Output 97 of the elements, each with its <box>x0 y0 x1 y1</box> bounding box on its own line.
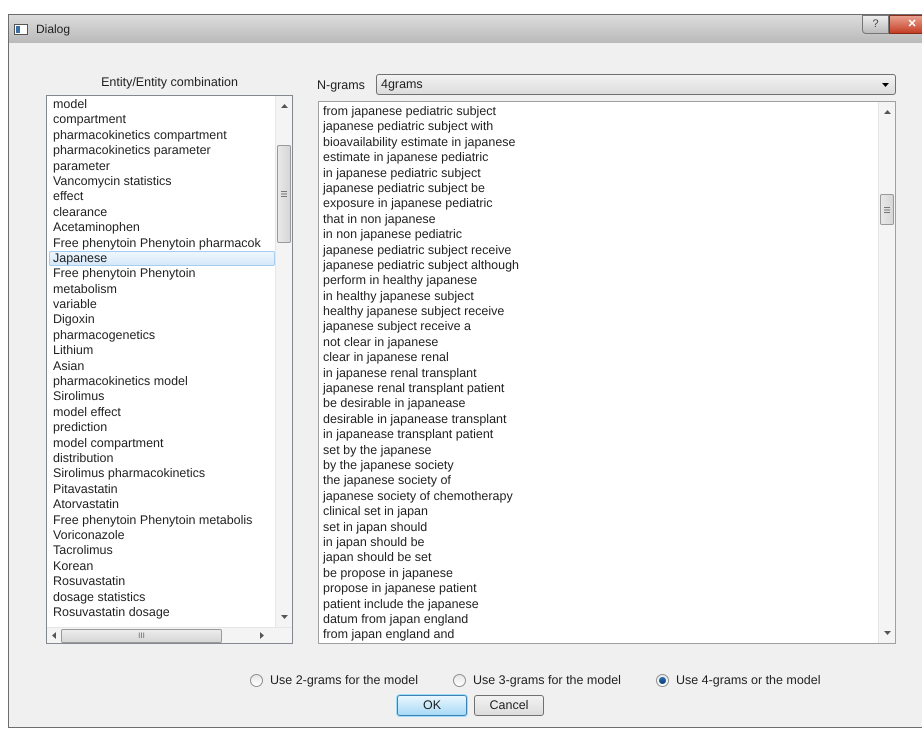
list-item[interactable]: Lithium <box>49 343 275 359</box>
scroll-right-icon[interactable] <box>260 632 264 639</box>
ngram-line: exposure in japanese pediatric <box>323 196 494 212</box>
ngram-line: japanese subject receive a <box>323 319 472 335</box>
list-item[interactable]: Rosuvastatin <box>49 574 275 590</box>
radio-option[interactable]: Use 4-grams or the model <box>656 671 820 690</box>
ngram-line: not clear in japanese <box>323 334 440 350</box>
ngrams-text-area[interactable] <box>318 101 896 644</box>
ngram-line: perform in healthy japanese <box>323 273 478 289</box>
list-item[interactable]: model effect <box>49 404 275 420</box>
list-item[interactable]: Atorvastatin <box>49 497 275 513</box>
ngram-line: japanese pediatric subject be <box>323 180 486 196</box>
scrollbar-thumb[interactable] <box>880 194 894 225</box>
ngram-line: set in japan should <box>323 520 428 535</box>
radio-option[interactable]: Use 3-grams for the model <box>452 671 621 690</box>
ngram-line: be desirable in japanease <box>323 396 466 412</box>
list-item[interactable]: distribution <box>49 450 275 466</box>
list-item[interactable]: Digoxin <box>49 312 275 328</box>
radio-button[interactable] <box>452 674 466 687</box>
list-item[interactable]: Acetaminophen <box>49 220 275 236</box>
list-item[interactable]: Tacrolimus <box>49 543 275 559</box>
ngram-line: clear in japanese renal <box>323 350 450 366</box>
ngram-line: japanese pediatric subject receive <box>323 242 512 258</box>
list-item[interactable]: pharmacokinetics model <box>49 374 275 390</box>
list-item[interactable]: metabolism <box>49 282 275 298</box>
list-item[interactable]: Japanese <box>49 250 275 266</box>
ngram-line: in japanese renal transplant <box>323 366 478 382</box>
ngram-line: patient include the japanese <box>323 596 480 612</box>
list-item[interactable]: Free phenytoin Phenytoin pharmacok <box>49 236 275 251</box>
radio-button[interactable] <box>656 674 669 687</box>
ngrams-label: N-grams <box>317 77 365 94</box>
list-item[interactable]: Sirolimus pharmacokinetics <box>49 466 275 482</box>
ngram-line: japanese pediatric subject although <box>323 258 520 274</box>
list-item[interactable]: Pitavastatin <box>49 482 275 498</box>
list-item[interactable]: compartment <box>49 112 275 128</box>
ngram-line: by the japanese society <box>323 458 455 474</box>
ngram-line: clinical set in japan <box>323 504 429 520</box>
scroll-up-icon[interactable] <box>280 104 288 108</box>
list-item[interactable]: model <box>49 97 275 112</box>
list-item[interactable]: dosage statistics <box>49 590 275 605</box>
ngram-line: in non japanese pediatric <box>323 227 463 243</box>
ngram-line: datum from japan england <box>323 612 470 628</box>
ngram-line: in japan should be <box>323 534 426 550</box>
scroll-up-icon[interactable] <box>884 110 890 114</box>
list-item[interactable]: pharmacokinetics compartment <box>49 128 275 144</box>
list-item[interactable]: prediction <box>49 420 275 436</box>
scroll-left-icon[interactable] <box>52 632 56 639</box>
ngram-line: japanese society of chemotherapy <box>323 488 514 504</box>
list-item[interactable]: Vancomycin statistics <box>49 174 275 190</box>
ngram-line: be propose in japanese <box>323 566 454 582</box>
ngram-line: that in non japanese <box>323 212 437 228</box>
dropdown-arrow-icon <box>882 82 889 86</box>
list-item[interactable]: Voriconazole <box>49 528 275 544</box>
grip-icon <box>884 206 890 212</box>
list-item[interactable]: effect <box>49 189 275 205</box>
ngram-line: desirable in japanease transplant <box>323 412 508 428</box>
scrollbar-thumb[interactable] <box>277 145 291 243</box>
help-button[interactable]: ? <box>862 15 889 34</box>
ngram-line: set by the japanese <box>323 442 432 458</box>
list-item[interactable]: Free phenytoin Phenytoin <box>49 266 275 282</box>
radio-button[interactable] <box>250 674 263 687</box>
ngram-line: in japanese pediatric subject <box>323 166 482 181</box>
list-item[interactable]: Asian <box>49 358 275 374</box>
list-item[interactable]: clearance <box>49 204 275 220</box>
ngram-line: in healthy japanese subject <box>323 288 475 304</box>
window-app-icon <box>14 24 28 34</box>
scroll-down-icon[interactable] <box>280 615 288 619</box>
list-item[interactable]: parameter <box>49 158 275 174</box>
list-item[interactable]: variable <box>49 297 275 312</box>
dialog-button[interactable]: Cancel <box>474 695 544 716</box>
radio-option[interactable]: Use 2-grams for the model <box>250 671 418 690</box>
ngram-line: from japan england and <box>323 627 456 643</box>
ngram-line: healthy japanese subject receive <box>323 304 506 320</box>
entity-list-label: Entity/Entity combination <box>100 74 239 91</box>
list-item[interactable]: Korean <box>49 558 275 574</box>
list-item[interactable]: Sirolimus <box>49 389 275 405</box>
ngram-line: japan should be set <box>323 550 432 566</box>
list-item[interactable]: pharmacokinetics parameter <box>49 143 275 159</box>
list-item[interactable]: Rosuvastatin dosage <box>49 604 275 620</box>
grip-icon <box>281 191 287 197</box>
scrollbar-thumb[interactable]: III <box>61 628 222 642</box>
ngram-line: in japanease transplant patient <box>323 427 494 443</box>
ngram-line: propose in japanese patient <box>323 581 478 596</box>
ngram-line: bioavailability estimate in japanese <box>323 134 516 150</box>
list-item[interactable]: model compartment <box>49 436 275 451</box>
scroll-down-icon[interactable] <box>884 631 890 635</box>
ngram-line: japanese pediatric subject with <box>323 119 494 135</box>
ngram-line: japanese renal transplant patient <box>323 381 506 396</box>
ngram-line: from japanese pediatric subject <box>323 104 498 120</box>
list-item[interactable]: pharmacogenetics <box>49 328 275 344</box>
ngrams-dropdown[interactable]: 4grams <box>376 74 896 95</box>
ngram-line: estimate in japanese pediatric <box>323 150 490 166</box>
list-item[interactable]: Free phenytoin Phenytoin metabolis <box>49 512 275 528</box>
window-title: Dialog <box>36 21 70 38</box>
entity-list[interactable] <box>46 95 293 644</box>
ngram-line: the japanese society of <box>323 473 452 489</box>
dialog-button[interactable]: OK <box>397 695 467 716</box>
